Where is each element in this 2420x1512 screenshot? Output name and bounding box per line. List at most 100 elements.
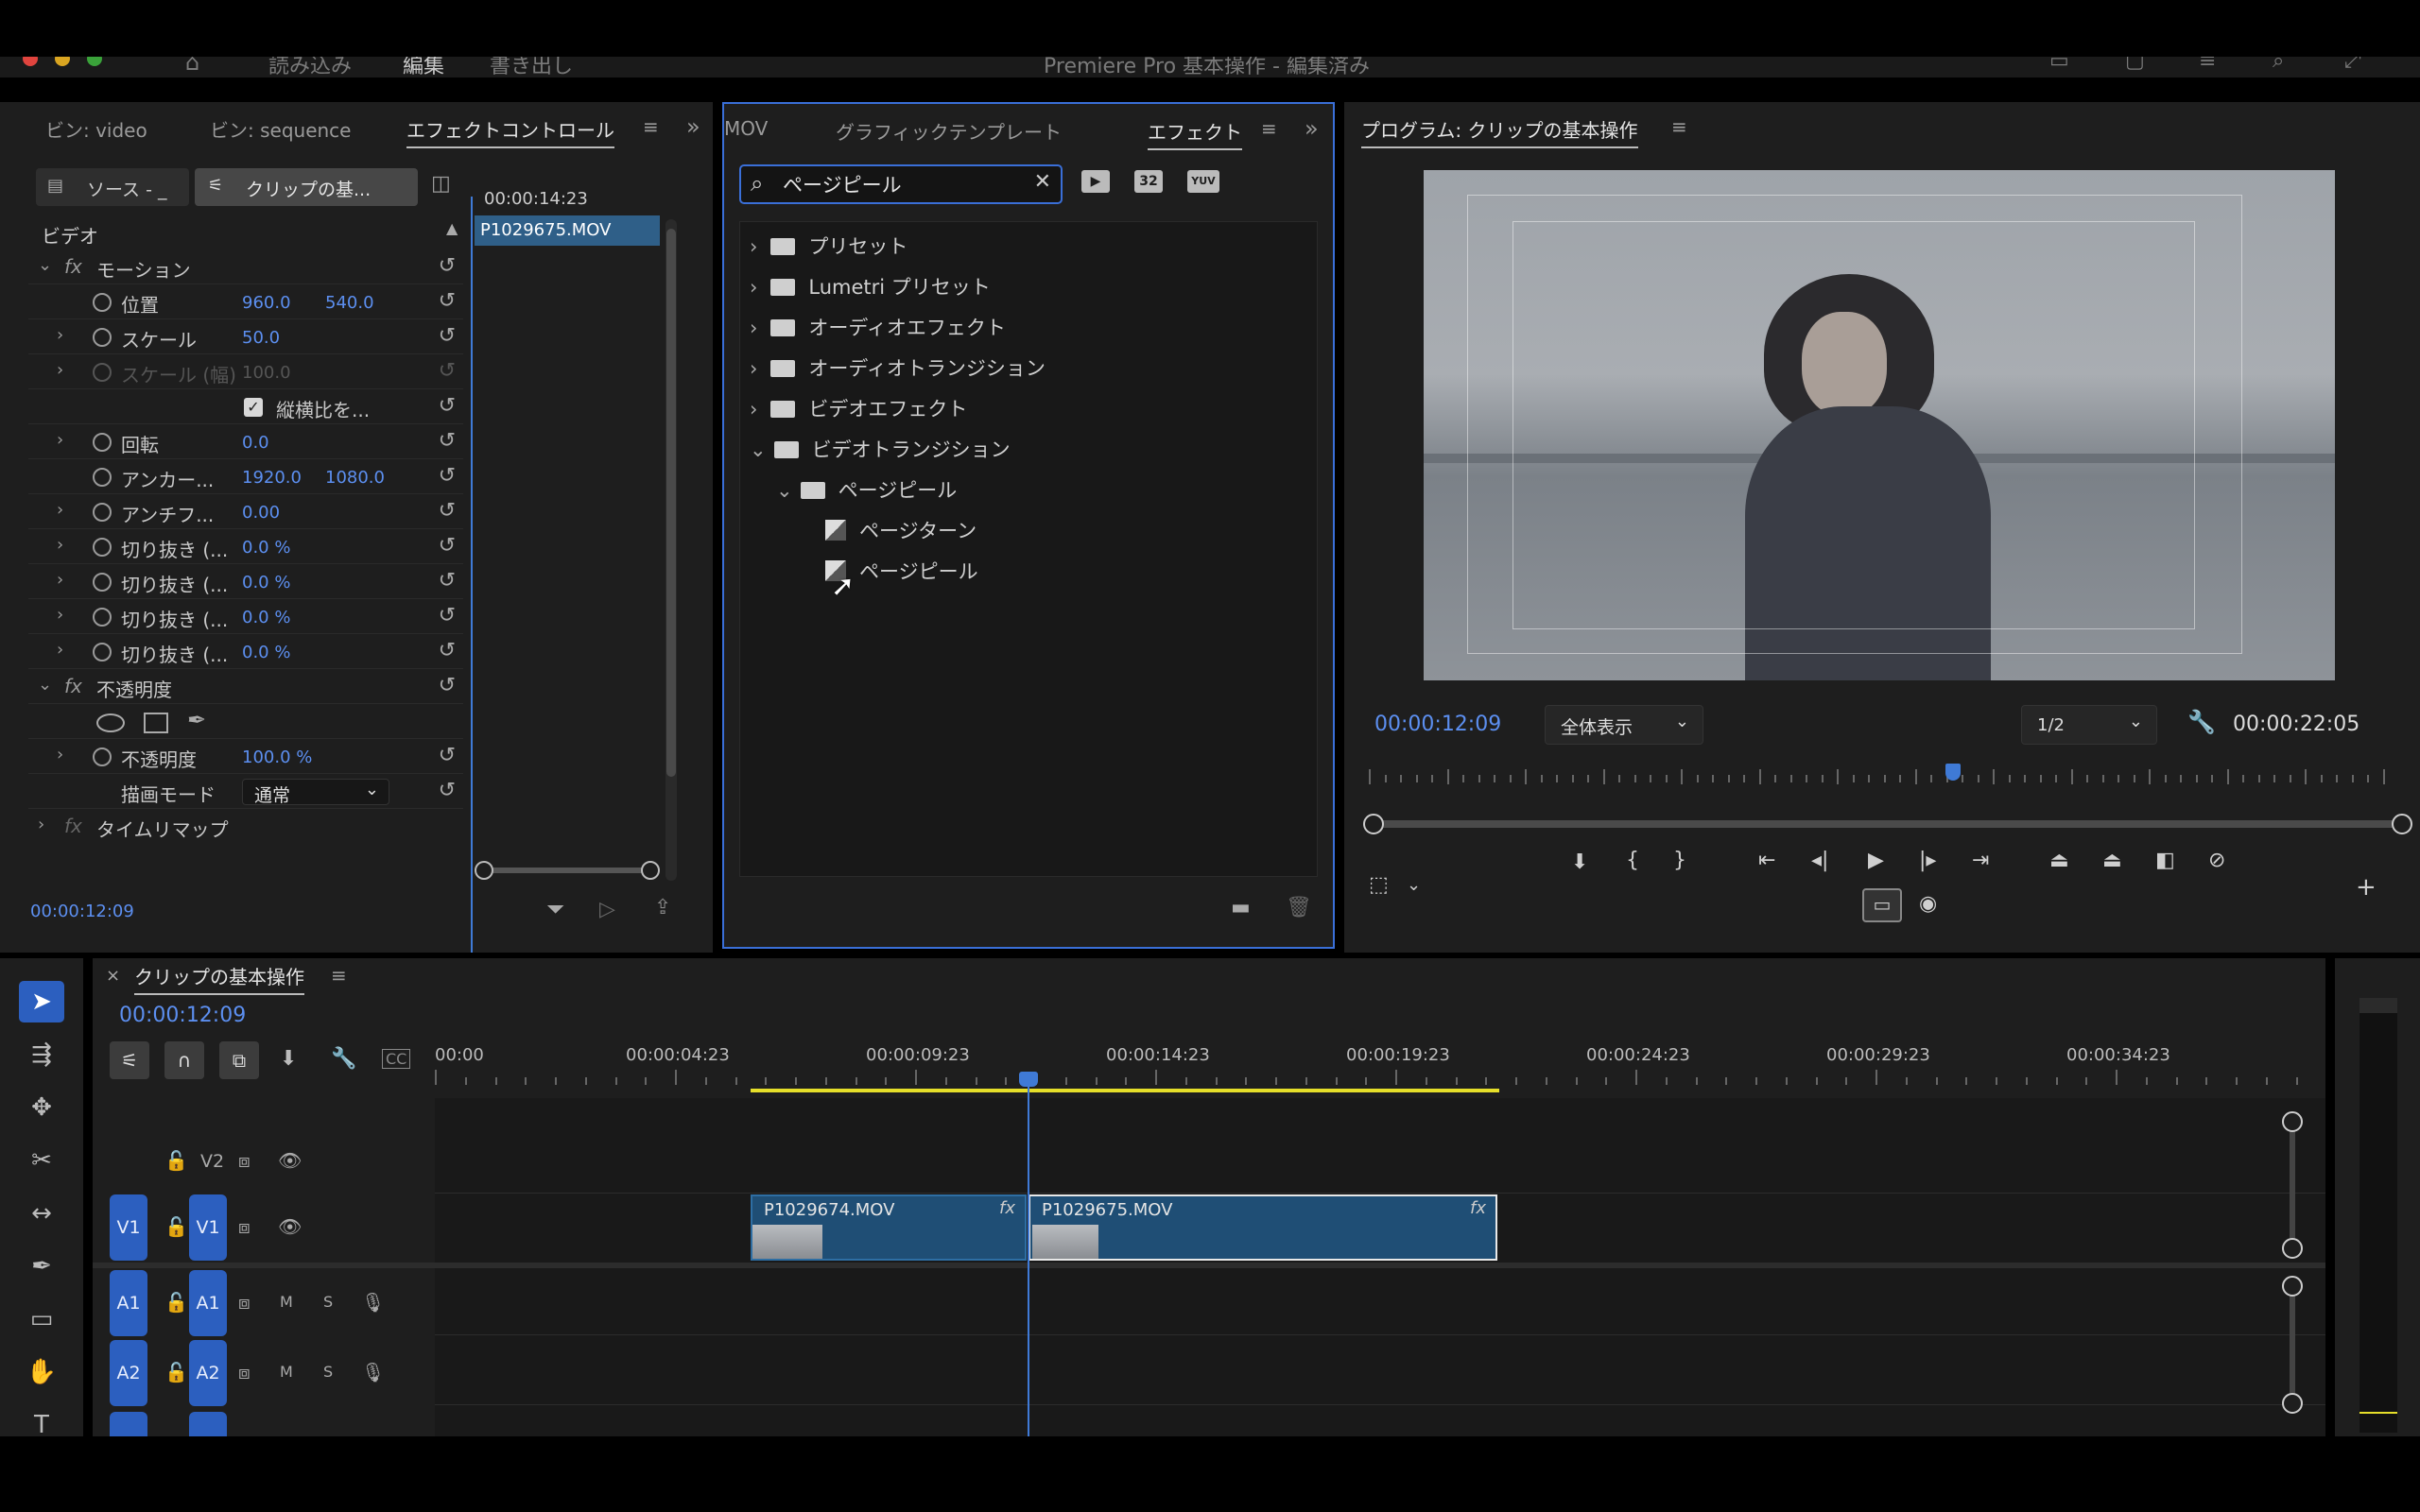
go-to-in-icon[interactable]: ⇤ [1758,849,1775,872]
tab-bin-sequence[interactable]: ビン: sequence [210,115,351,143]
blend-mode-select[interactable]: 通常 ⌄ [242,779,389,806]
lock-icon[interactable]: 🔓 [164,1291,188,1314]
snap-icon[interactable]: ∩ [164,1041,204,1079]
tree-item-pagepeel-folder[interactable]: ⌄ ページピール [776,475,957,504]
zoom-handle-top[interactable] [2282,1111,2303,1132]
zoom-handle-bottom[interactable] [2282,1393,2303,1414]
safe-margins-icon[interactable]: ⬚ [1369,873,1389,897]
reset-icon[interactable]: ↺ [439,499,456,523]
opacity-row[interactable]: › 不透明度 100.0 % ↺ [28,739,463,774]
lock-icon[interactable]: 🔓 [164,1215,188,1238]
anchor-x-value[interactable]: 1920.0 [242,468,302,488]
wrench-icon[interactable]: 🔧 [2187,709,2216,735]
collapse-up-icon[interactable]: ▲ [446,219,458,237]
track-target-a2[interactable]: A2 [189,1340,227,1406]
track-target-a3-partial[interactable] [189,1412,227,1436]
track-target-a3-partial[interactable] [110,1412,147,1436]
go-to-out-icon[interactable]: ⇥ [1972,849,1989,872]
captions-icon[interactable]: CC [382,1049,411,1069]
opacity-value[interactable]: 100.0 % [242,747,312,767]
sync-lock-icon[interactable]: ⧈ [238,1149,251,1172]
chevron-right-icon[interactable]: › [38,815,44,834]
reset-icon[interactable]: ↺ [439,639,456,662]
tree-item-video-transitions[interactable]: ⌄ ビデオトランジション [750,435,1011,463]
antiflicker-row[interactable]: › アンチフ... 0.00 ↺ [28,494,463,529]
multi-camera-view-icon[interactable]: ▭ [1862,888,1902,922]
multicam-icon[interactable]: ⊘ [2208,849,2225,872]
chevron-right-icon[interactable]: › [57,360,63,380]
chevron-down-icon[interactable]: ⌄ [38,255,52,275]
workspace-import[interactable]: 読み込み [268,57,352,77]
reset-icon[interactable]: ↺ [439,569,456,593]
rectangle-mask-icon[interactable] [144,713,168,733]
opacity-group-row[interactable]: ⌄ fx 不透明度 ↺ [28,669,463,704]
crop-row[interactable]: › 切り抜き (... 0.0 % ↺ [28,529,463,564]
zoom-handle-left[interactable] [475,861,493,880]
timeline-timecode[interactable]: 00:00:12:09 [119,1004,246,1027]
sync-lock-icon[interactable]: ⧈ [238,1215,251,1238]
uniform-scale-row[interactable]: ✓ 縦横比を... ↺ [28,389,463,424]
mini-zoom-bar[interactable] [475,861,660,880]
microphone-icon[interactable]: 🎙 [361,1361,385,1383]
motion-row[interactable]: ⌄ fx モーション ↺ [28,249,463,284]
reset-icon[interactable]: ↺ [439,394,456,418]
accelerated-effects-icon[interactable]: ▶ [1081,170,1110,193]
32bit-effects-icon[interactable]: 32 [1134,170,1163,193]
crop-row[interactable]: › 切り抜き (... 0.0 % ↺ [28,599,463,634]
crop-value[interactable]: 0.0 % [242,608,290,627]
more-tabs-icon[interactable]: » [1305,115,1319,142]
timeline-clip-selected[interactable]: P1029675.MOV fx [1028,1194,1497,1261]
window-icon[interactable]: ▢ [2125,57,2145,73]
chevron-right-icon[interactable]: › [57,325,63,345]
workspace-edit[interactable]: 編集 [403,57,444,77]
add-marker-icon[interactable]: ⬇ [1571,850,1588,874]
scale-row[interactable]: › スケール 50.0 ↺ [28,319,463,354]
source-patch-a2[interactable]: A2 [110,1340,147,1406]
source-patch-a1[interactable]: A1 [110,1270,147,1336]
program-timecode[interactable]: 00:00:12:09 [1374,713,1501,736]
timeline-ruler[interactable]: 00:00 00:00:04:23 00:00:09:23 00:00:14:23 00… [435,1045,2307,1087]
razor-tool-icon[interactable]: ✂ [19,1140,64,1181]
solo-button[interactable]: S [323,1363,333,1381]
ripple-edit-tool-icon[interactable]: ✥ [19,1087,64,1128]
zoom-handle-top[interactable] [2282,1276,2303,1297]
chevron-down-icon[interactable]: ⌄ [38,675,52,695]
clip-button[interactable]: ⚟ クリップの基... [195,168,418,206]
panel-menu-icon[interactable]: ≡ [1671,115,1687,138]
chevron-right-icon[interactable]: › [57,605,63,625]
hand-tool-icon[interactable]: ✋ [19,1351,64,1393]
mini-playhead[interactable] [471,197,473,953]
type-tool-icon[interactable]: T [19,1404,64,1436]
stopwatch-icon[interactable] [93,608,112,627]
tab-effects[interactable]: エフェクト [1148,117,1242,150]
track-select-tool-icon[interactable]: ⇶ [19,1034,64,1075]
position-row[interactable]: 位置 960.0 540.0 ↺ [28,284,463,319]
mute-button[interactable]: M [280,1363,293,1381]
clip-fx-badge[interactable]: fx [1470,1198,1486,1218]
crop-row[interactable]: › 切り抜き (... 0.0 % ↺ [28,564,463,599]
tree-item-page-turn[interactable]: ページターン [825,516,977,544]
rotation-value[interactable]: 0.0 [242,433,269,453]
crop-row[interactable]: › 切り抜き (... 0.0 % ↺ [28,634,463,669]
tree-item-audio-effects[interactable]: › オーディオエフェクト [750,313,1006,341]
home-icon[interactable]: ⌂ [185,57,199,76]
antiflicker-value[interactable]: 0.00 [242,503,280,523]
audio-zoom-bar[interactable] [2282,1276,2303,1414]
search-icon[interactable]: ⌕ [2273,57,2284,73]
crop-value[interactable]: 0.0 % [242,538,290,558]
mini-ruler[interactable]: 00:00:14:23 [473,189,662,212]
step-forward-icon[interactable]: |▸ [1919,849,1936,872]
program-monitor-title[interactable]: プログラム: クリップの基本操作 [1361,115,1638,148]
toggle-timeline-icon[interactable]: ◫ [431,172,451,196]
uniform-scale-checkbox[interactable]: ✓ [244,398,263,417]
filter-icon[interactable]: ⏷ [546,896,564,922]
tab-bin-video[interactable]: ビン: video [45,115,147,143]
crop-value[interactable]: 0.0 % [242,643,290,662]
nest-sequence-icon[interactable]: ⚟ [110,1041,149,1079]
pen-tool-icon[interactable]: ✒ [19,1246,64,1287]
stopwatch-icon[interactable] [93,328,112,347]
position-y-value[interactable]: 540.0 [325,293,374,313]
tab-effect-controls[interactable]: エフェクトコントロール [406,115,614,148]
program-zoom-bar[interactable] [1363,814,2412,834]
ellipse-mask-icon[interactable] [96,713,125,732]
